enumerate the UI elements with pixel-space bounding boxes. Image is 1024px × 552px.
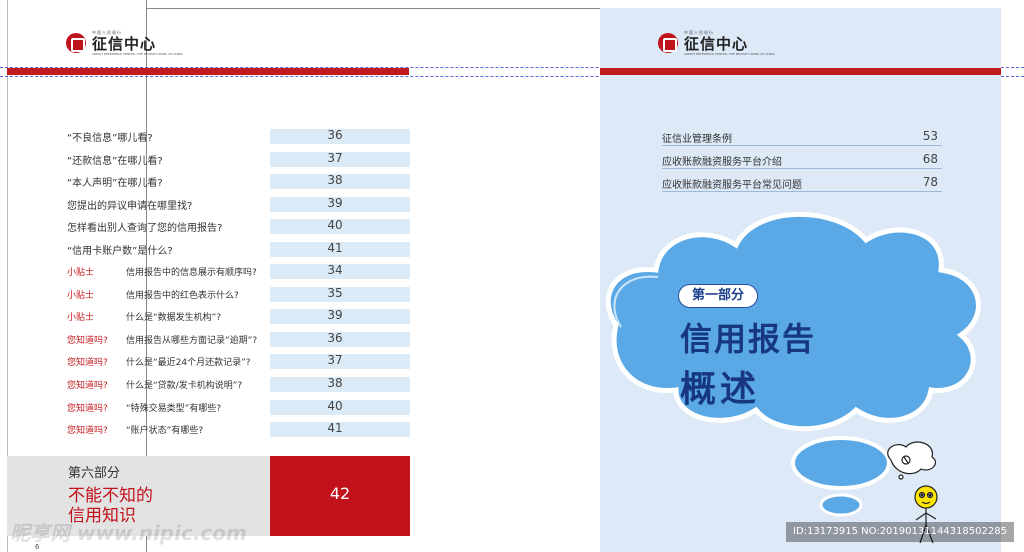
toc-label: 什么是“最近24个月还款记录”? <box>126 358 251 369</box>
toc-page-number: 41 <box>327 421 343 436</box>
cover-title-line1: 信用报告 <box>680 320 817 358</box>
toc-row[interactable]: 征信业管理条例 53 <box>662 128 942 146</box>
toc-page-number: 37 <box>327 150 343 165</box>
toc-page-number: 38 <box>327 376 343 390</box>
toc-page-number: 36 <box>327 330 343 345</box>
toc-row[interactable]: “还款信息”在哪儿看? 37 <box>0 150 420 168</box>
part1-pill: 第一部分 <box>678 284 758 308</box>
toc-page-number: 34 <box>327 263 343 277</box>
cloud-illustration <box>605 211 981 544</box>
logo-en-text: CREDIT REFERENCE CENTER, THE PEOPLE'S BA… <box>92 52 183 56</box>
toc-tip-row[interactable]: 您知道吗? 信用报告从哪些方面记录“逾期”? 36 <box>0 330 420 348</box>
seal-icon <box>658 33 678 53</box>
toc-label: 信用报告中的信息展示有顺序吗? <box>126 268 257 278</box>
tip-tag: 您知道吗? <box>67 335 108 346</box>
toc-row[interactable]: 怎样看出别人查询了您的信用报告? 40 <box>0 217 420 235</box>
tip-tag: 您知道吗? <box>67 426 108 437</box>
toc-page-number: 53 <box>922 129 938 143</box>
toc-label: “特殊交易类型”有哪些? <box>126 403 222 414</box>
logo-en-text: CREDIT REFERENCE CENTER, THE PEOPLE'S BA… <box>684 52 775 56</box>
toc-tip-row[interactable]: 您知道吗? 什么是“贷款/发卡机构说明”? 38 <box>0 375 420 393</box>
toc-label: “本人声明”在哪儿看? <box>67 178 163 190</box>
logo-right: 中国人民银行 征信中心 CREDIT REFERENCE CENTER, THE… <box>658 30 775 56</box>
toc-label: 您提出的异议申请在哪里找? <box>67 200 193 212</box>
toc-rule <box>662 168 942 169</box>
watermark-left: 昵享网 www.nipic.com <box>10 521 247 545</box>
toc-page-number: 40 <box>327 218 343 233</box>
toc-label: 应收账款融资服务平台介绍 <box>662 157 782 168</box>
section6-part-label: 第六部分 <box>68 466 121 481</box>
toc-row[interactable]: 您提出的异议申请在哪里找? 39 <box>0 195 420 213</box>
toc-page-number: 36 <box>327 128 343 142</box>
toc-page-number: 39 <box>327 308 343 323</box>
tip-tag: 小贴士 <box>67 313 95 324</box>
toc-tip-row[interactable]: 小贴士 什么是“数据发生机构”? 39 <box>0 307 420 325</box>
toc-tip-row[interactable]: 小贴士 信用报告中的红色表示什么? 35 <box>0 285 420 303</box>
toc-rule <box>662 145 942 146</box>
trim-line-top <box>146 8 601 9</box>
watermark-id: ID:13173915 NO:20190131144318502285 <box>786 522 1014 542</box>
cover-title-line2: 概述 <box>680 369 761 410</box>
toc-page-number: 35 <box>327 285 343 300</box>
toc-label: “还款信息”在哪儿看? <box>67 155 163 167</box>
tip-tag: 您知道吗? <box>67 358 108 369</box>
toc-row[interactable]: “本人声明”在哪儿看? 38 <box>0 172 420 190</box>
toc-tip-row[interactable]: 您知道吗? 什么是“最近24个月还款记录”? 37 <box>0 352 420 370</box>
toc-label: 信用报告中的红色表示什么? <box>126 290 239 301</box>
header-red-bar-left <box>7 68 409 75</box>
toc-page-number: 40 <box>327 398 343 413</box>
toc-label: 什么是“贷款/发卡机构说明”? <box>126 381 243 391</box>
toc-rule <box>662 191 942 192</box>
toc-label: 应收账款融资服务平台常见问题 <box>662 180 802 191</box>
toc-page-number: 38 <box>327 173 343 188</box>
toc-tip-row[interactable]: 小贴士 信用报告中的信息展示有顺序吗? 34 <box>0 262 420 280</box>
toc-label: 怎样看出别人查询了您的信用报告? <box>67 223 223 235</box>
tip-tag: 您知道吗? <box>67 381 108 391</box>
toc-page-number: 41 <box>327 241 343 255</box>
toc-row[interactable]: 应收账款融资服务平台常见问题 78 <box>662 174 942 192</box>
toc-page-number: 68 <box>922 152 938 166</box>
book-spread: 中国人民银行 征信中心 CREDIT REFERENCE CENTER, THE… <box>0 0 1024 552</box>
toc-label: “不良信息”哪儿看? <box>67 133 153 144</box>
tip-tag: 小贴士 <box>67 268 95 278</box>
toc-label: 什么是“数据发生机构”? <box>126 313 222 324</box>
tip-tag: 小贴士 <box>67 290 95 301</box>
toc-tip-row[interactable]: 您知道吗? “账户状态”有哪些? 41 <box>0 420 420 438</box>
seal-icon <box>66 33 86 53</box>
section6-page-number: 42 <box>329 484 351 503</box>
cloud-bubble-small <box>819 493 863 517</box>
tip-tag: 您知道吗? <box>67 403 108 414</box>
section6-title-line1: 不能不知的 <box>68 486 153 506</box>
toc-tip-row[interactable]: 您知道吗? “特殊交易类型”有哪些? 40 <box>0 398 420 416</box>
logo-main-text: 征信中心 <box>92 35 157 53</box>
logo-main-text: 征信中心 <box>684 35 749 53</box>
toc-label: “账户状态”有哪些? <box>126 426 204 437</box>
toc-page-number: 39 <box>327 195 343 210</box>
logo-left: 中国人民银行 征信中心 CREDIT REFERENCE CENTER, THE… <box>66 30 183 56</box>
cloud-bubble-large <box>791 436 891 490</box>
toc-row[interactable]: 应收账款融资服务平台介绍 68 <box>662 151 942 169</box>
toc-label: 征信业管理条例 <box>662 134 732 145</box>
toc-row[interactable]: “信用卡账户数”是什么? 41 <box>0 240 420 258</box>
toc-label: “信用卡账户数”是什么? <box>67 246 173 257</box>
toc-page-number: 78 <box>922 175 938 189</box>
header-red-bar-right <box>600 68 1001 75</box>
toc-page-number: 37 <box>327 353 343 368</box>
toc-row[interactable]: “不良信息”哪儿看? 36 <box>0 127 420 145</box>
toc-label: 信用报告从哪些方面记录“逾期”? <box>126 335 258 346</box>
